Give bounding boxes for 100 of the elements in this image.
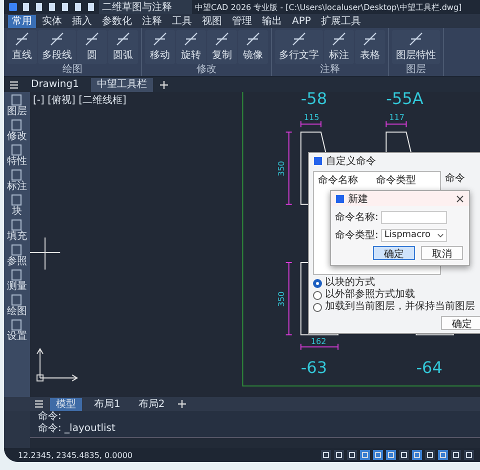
- dimension-text: 350: [276, 291, 286, 307]
- ribbon-button[interactable]: 旋转: [176, 30, 206, 64]
- tool-icon: [183, 31, 199, 47]
- ribbon-button[interactable]: 直线: [7, 30, 37, 64]
- side-tool-button[interactable]: 参照: [7, 244, 27, 267]
- status-toggle-icon[interactable]: [412, 450, 422, 460]
- side-tool-button[interactable]: 块: [10, 194, 24, 217]
- status-toggle-icon[interactable]: [373, 450, 383, 460]
- dialog-button[interactable]: 取消: [421, 246, 463, 260]
- ribbon-button[interactable]: 圆: [77, 30, 107, 64]
- dialog-title: 自定义命令: [326, 154, 376, 168]
- side-tool-button[interactable]: 标注: [7, 169, 27, 192]
- document-tab[interactable]: 中望工具栏: [90, 78, 153, 92]
- tool-icon: [10, 219, 24, 231]
- part-label: -64: [416, 358, 442, 377]
- ribbon-button[interactable]: 复制: [207, 30, 237, 64]
- tool-icon: [362, 31, 378, 47]
- dimension-line: [386, 120, 407, 128]
- radio-button[interactable]: [313, 278, 322, 288]
- ribbon-tab[interactable]: 插入: [68, 14, 96, 28]
- plus-icon[interactable]: [158, 80, 169, 90]
- viewport-label[interactable]: [-] [俯视] [二维线框]: [33, 93, 126, 107]
- ribbon-tab[interactable]: 视图: [198, 14, 226, 28]
- ribbon-tab[interactable]: APP: [288, 14, 315, 28]
- radio-button[interactable]: [313, 290, 322, 300]
- dimension-line: [300, 120, 322, 128]
- close-icon[interactable]: [455, 194, 465, 204]
- side-tool-button[interactable]: 特性: [7, 144, 27, 167]
- tool-icon: [10, 269, 24, 281]
- layout-tab[interactable]: 布局2: [132, 398, 171, 410]
- type-dropdown[interactable]: Lispmacro: [381, 228, 448, 242]
- status-toggle-icon[interactable]: [321, 450, 331, 460]
- tool-icon: [10, 319, 24, 331]
- side-tool-button[interactable]: 修改: [7, 119, 27, 142]
- part-label: -58: [300, 92, 328, 108]
- status-toggle-icon[interactable]: [438, 450, 448, 460]
- status-toggle-icon[interactable]: [451, 450, 461, 460]
- tool-icon: [408, 31, 424, 47]
- input-field[interactable]: [381, 210, 448, 224]
- side-tool-button[interactable]: 设置: [7, 319, 27, 342]
- ribbon-tab[interactable]: 输出: [258, 14, 286, 28]
- ribbon-tab[interactable]: 注释: [138, 14, 166, 28]
- radio-label: 加载到当前图层，并保持当前图层: [325, 301, 475, 313]
- plus-icon[interactable]: [176, 399, 187, 409]
- status-toggle-icon[interactable]: [386, 450, 396, 460]
- dimension-text: 162: [310, 336, 326, 346]
- ribbon-button[interactable]: 多段线: [38, 30, 76, 64]
- layout-tab[interactable]: 布局1: [88, 398, 126, 410]
- menu-icon[interactable]: [9, 80, 19, 90]
- field-label: 命令名称:: [335, 211, 378, 224]
- chevron-icon: [437, 232, 444, 238]
- field-label: 命令类型:: [335, 228, 378, 242]
- tool-icon: [331, 31, 347, 47]
- side-tool-button[interactable]: 填充: [7, 219, 27, 242]
- tool-icon: [10, 169, 24, 181]
- app-logo-icon: [8, 2, 18, 12]
- part-label: -55A: [386, 92, 424, 108]
- status-toggle-icon[interactable]: [347, 450, 357, 460]
- layout-tab[interactable]: 模型: [50, 398, 82, 410]
- app-logo-icon: [313, 156, 323, 166]
- radio-label: 以块的方式: [325, 277, 375, 288]
- ribbon-button[interactable]: 图层特性: [392, 30, 440, 64]
- ucs-axis-icon: [36, 348, 78, 382]
- side-tool-button[interactable]: 测量: [7, 269, 27, 292]
- column-header: 命令类型: [376, 174, 416, 187]
- ok-button[interactable]: 确定: [441, 316, 480, 330]
- crosshair-cursor-icon: [30, 236, 61, 270]
- ribbon-button[interactable]: 镜像: [238, 30, 268, 64]
- side-tool-button[interactable]: 绘图: [7, 294, 27, 317]
- status-toggle-icon[interactable]: [425, 450, 435, 460]
- status-toggle-icon[interactable]: [334, 450, 344, 460]
- group-label: 绘图: [62, 64, 84, 76]
- tool-icon: [10, 119, 24, 131]
- ribbon-tab[interactable]: 实体: [38, 14, 66, 28]
- ribbon-tab[interactable]: 参数化: [98, 14, 136, 28]
- command-history-line: 命令:: [38, 411, 62, 423]
- command-history-line: 命令: _layoutlist: [38, 423, 116, 435]
- status-toggle-icon[interactable]: [399, 450, 409, 460]
- tool-icon: [291, 31, 307, 47]
- ribbon-button[interactable]: 圆弧: [108, 30, 138, 64]
- dialog-button[interactable]: 确定: [373, 246, 415, 260]
- ribbon-tab[interactable]: 常用: [8, 14, 36, 28]
- ribbon-button[interactable]: 移动: [145, 30, 175, 64]
- ribbon-button[interactable]: 多行文字: [275, 30, 323, 64]
- tool-icon: [14, 31, 30, 47]
- command-input[interactable]: [30, 437, 480, 448]
- status-toggle-icon[interactable]: [360, 450, 370, 460]
- app-logo-icon: [335, 194, 345, 204]
- ribbon-tab[interactable]: 扩展工具: [316, 14, 365, 28]
- menu-icon[interactable]: [34, 399, 44, 409]
- radio-button[interactable]: [313, 302, 322, 312]
- ribbon-button[interactable]: 表格: [355, 30, 385, 64]
- group-label: 修改: [196, 64, 218, 76]
- ribbon-button[interactable]: 标注: [324, 30, 354, 64]
- ribbon-tab[interactable]: 管理: [228, 14, 256, 28]
- document-tab[interactable]: Drawing1: [25, 78, 85, 92]
- side-tool-button[interactable]: 图层: [7, 94, 27, 117]
- ribbon-tab[interactable]: 工具: [168, 14, 196, 28]
- workspace-dropdown[interactable]: 二维草图与注释: [99, 0, 192, 14]
- status-toggle-icon[interactable]: [464, 450, 474, 460]
